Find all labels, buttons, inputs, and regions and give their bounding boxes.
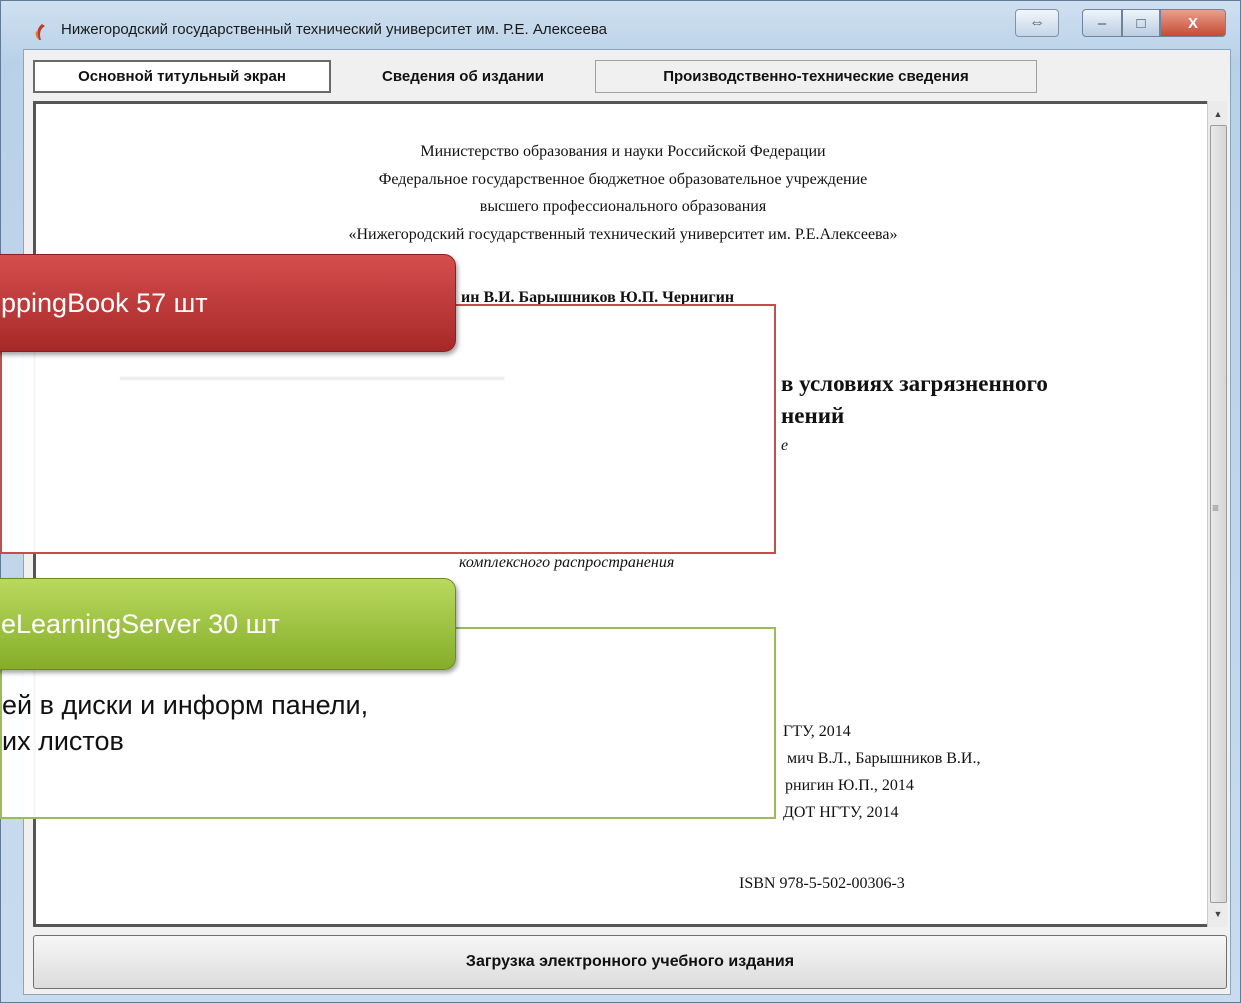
distribution-note: комплексного распространения (459, 554, 675, 571)
green-callout-badge: eLearningServer 30 шт (0, 578, 456, 670)
copyright-line1: ГТУ, 2014 (783, 723, 851, 740)
grip-icon: ≡ (1212, 501, 1220, 515)
red-badge-label: ppingBook 57 шт (1, 287, 208, 318)
institution-header: Федеральное государственное бюджетное об… (378, 171, 868, 188)
isbn: ISBN 978-5-502-00306-3 (739, 875, 905, 892)
resize-toggle-button[interactable]: ⇔ (1015, 9, 1059, 37)
copyright-line3: рнигин Ю.П., 2014 (785, 777, 914, 794)
tab-production-info[interactable]: Производственно-технические сведения (595, 60, 1037, 93)
maximize-button[interactable]: □ (1122, 9, 1160, 37)
load-publication-button[interactable]: Загрузка электронного учебного издания (33, 935, 1227, 989)
tab-main-title-screen[interactable]: Основной титульный экран (33, 60, 331, 93)
book-title-line2: нений (781, 403, 845, 428)
window-title: Нижегородский государственный технически… (61, 21, 607, 38)
red-callout-badge: ppingBook 57 шт (0, 254, 456, 352)
copyright-line2: мич В.Л., Барышников В.И., (787, 750, 981, 767)
green-badge-label: eLearningServer 30 шт (1, 608, 280, 639)
ministry-header: Министерство образования и науки Российс… (420, 143, 826, 160)
institution-level: высшего профессионального образования (479, 198, 767, 215)
green-callout-line2: их листов (2, 726, 124, 756)
faded-text: ━━━━━━━━━━━━━━━━━━━━━━━━━━━━━ (120, 366, 505, 391)
university-name: «Нижегородский государственный техническ… (348, 226, 898, 243)
minimize-button[interactable]: – (1082, 9, 1122, 37)
vertical-scrollbar[interactable]: ▲ ≡ ▼ (1207, 101, 1227, 927)
app-logo-icon (35, 24, 45, 40)
copyright-line4: ДОТ НГТУ, 2014 (783, 804, 899, 821)
scroll-down-arrow-icon[interactable]: ▼ (1208, 903, 1228, 925)
book-subtitle: е (781, 437, 789, 454)
close-button[interactable]: X (1160, 9, 1226, 37)
book-title-line1: в условиях загрязненного (781, 371, 1048, 396)
tab-publication-info[interactable]: Сведения об издании (341, 60, 585, 93)
title-bar[interactable]: Нижегородский государственный технически… (1, 1, 1240, 47)
scroll-up-arrow-icon[interactable]: ▲ (1208, 103, 1228, 125)
green-callout-line1: ей в диски и информ панели, (2, 690, 369, 720)
